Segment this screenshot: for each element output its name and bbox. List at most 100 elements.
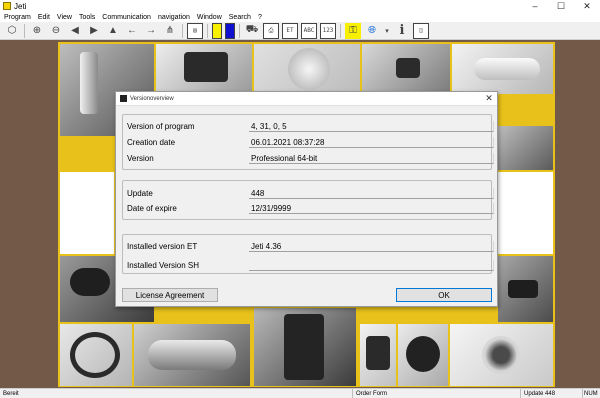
image-tile[interactable]	[362, 44, 450, 94]
close-button[interactable]: ✕	[574, 0, 600, 12]
update-label: Update	[127, 189, 153, 198]
app-logo-icon	[3, 2, 11, 10]
version-overview-dialog: Versionoverview ✕ Version of program 4, …	[115, 91, 498, 307]
image-tile[interactable]	[60, 324, 132, 386]
menu-navigation[interactable]: navigation	[158, 14, 190, 21]
minimize-button[interactable]: –	[522, 0, 548, 12]
et-icon[interactable]: ET	[282, 22, 298, 39]
dialog-app-icon	[120, 95, 127, 102]
menu-search[interactable]: Search	[229, 14, 251, 21]
image-tile[interactable]	[498, 256, 553, 322]
installed-version-sh-label: Installed Version SH	[127, 261, 200, 270]
zoom-in-icon[interactable]: ⊕	[29, 23, 45, 39]
menu-tools[interactable]: Tools	[79, 14, 95, 21]
toolbar-divider	[239, 23, 240, 38]
bulb-holder-image	[70, 268, 110, 296]
control-unit-image	[508, 280, 538, 298]
trim-panel-image	[148, 340, 236, 370]
toolbar-divider	[182, 23, 183, 38]
update-info-group: Update 448 Date of expire 12/31/9999	[122, 180, 494, 220]
version-of-program-label: Version of program	[127, 122, 195, 131]
switch-panel-image	[184, 52, 228, 82]
version-value: Professional 64-bit	[249, 153, 494, 164]
image-tile[interactable]	[398, 324, 448, 386]
maximize-button[interactable]: ☐	[548, 0, 574, 12]
info-icon[interactable]: i	[394, 23, 410, 39]
status-bar: Bereit Order Form Update 448 NUM	[0, 388, 600, 398]
edition-row: Version Professional 64-bit	[127, 153, 494, 164]
menu-bar: Program Edit View Tools Communication na…	[0, 12, 600, 22]
installed-versions-group: Installed version ET Jeti 4.36 Installed…	[122, 234, 494, 274]
menu-window[interactable]: Window	[197, 14, 222, 21]
steering-wheel-image	[70, 332, 120, 378]
spark-plug-image	[80, 52, 98, 114]
yellow-marker-icon[interactable]	[212, 22, 222, 39]
previous-icon[interactable]: ◀	[67, 23, 83, 39]
sensor-image	[396, 58, 420, 78]
installed-version-et-value: Jeti 4.36	[249, 241, 494, 252]
dropdown-icon[interactable]: ▾	[383, 23, 391, 39]
image-tile[interactable]	[254, 44, 360, 94]
key-icon[interactable]: ⚿	[345, 22, 361, 39]
menu-program[interactable]: Program	[4, 14, 31, 21]
toolbar-divider	[340, 23, 341, 38]
number-icon[interactable]: 123	[320, 22, 336, 39]
window-title: Jeti	[14, 1, 27, 11]
image-tile[interactable]	[360, 324, 396, 386]
image-tile[interactable]	[450, 324, 553, 386]
creation-date-value: 06.01.2021 08:37:28	[249, 137, 494, 148]
toolbar-divider	[24, 23, 25, 38]
toolbar: ⬡ ⊕ ⊖ ◀ ▶ ▲ ← → ⋔ ▤ ⛟ ⎙ ET ABC 123 ⚿ 🌐︎ …	[0, 22, 600, 40]
update-row: Update 448	[127, 188, 494, 199]
next-icon[interactable]: ▶	[86, 23, 102, 39]
status-text: Bereit	[3, 391, 19, 397]
abc-icon[interactable]: ABC	[301, 22, 317, 39]
license-agreement-button[interactable]: License Agreement	[122, 288, 218, 302]
installed-et-row: Installed version ET Jeti 4.36	[127, 241, 494, 252]
back-arrow-icon[interactable]: ←	[124, 23, 140, 39]
image-tile[interactable]	[134, 324, 250, 386]
catalog-icon[interactable]: ▤	[187, 22, 203, 39]
menu-help[interactable]: ?	[258, 14, 262, 21]
installed-version-sh-value	[249, 260, 494, 271]
program-info-group: Version of program 4, 31, 0, 5 Creation …	[122, 114, 494, 170]
dialog-title: Versionoverview	[130, 95, 174, 102]
parts-icon[interactable]: ⬡	[4, 23, 20, 39]
update-status: Update 448	[524, 391, 556, 397]
image-tile[interactable]	[254, 308, 356, 386]
date-of-expire-label: Date of expire	[127, 204, 177, 213]
empty-tile	[60, 172, 114, 254]
car-search-icon[interactable]: ⛟	[244, 23, 260, 39]
image-tile[interactable]	[156, 44, 252, 94]
ok-button[interactable]: OK	[396, 288, 492, 302]
forward-arrow-icon[interactable]: →	[143, 23, 159, 39]
date-of-expire-value: 12/31/9999	[249, 203, 494, 214]
toolbar-divider	[207, 23, 208, 38]
order-form-status: Order Form	[356, 391, 388, 397]
zoom-out-icon[interactable]: ⊖	[48, 23, 64, 39]
num-lock-status: NUM	[584, 391, 598, 397]
console-image	[284, 314, 324, 380]
menu-edit[interactable]: Edit	[38, 14, 50, 21]
tree-icon[interactable]: ⋔	[162, 23, 178, 39]
menu-view[interactable]: View	[57, 14, 72, 21]
blue-marker-icon[interactable]	[225, 22, 235, 39]
status-divider	[352, 389, 353, 398]
mesh-cover-image	[406, 336, 440, 372]
window-icon[interactable]: ◫	[413, 22, 429, 39]
version-row: Version of program 4, 31, 0, 5	[127, 121, 494, 132]
camera-lens-image	[482, 336, 520, 374]
creation-date-label: Creation date	[127, 138, 176, 147]
menu-communication[interactable]: Communication	[102, 14, 151, 21]
image-tile[interactable]	[452, 44, 553, 94]
version-of-program-value: 4, 31, 0, 5	[249, 121, 494, 132]
title-bar: Jeti – ☐ ✕	[0, 0, 600, 12]
up-icon[interactable]: ▲	[105, 23, 121, 39]
dialog-close-button[interactable]: ✕	[481, 93, 497, 104]
creation-date-row: Creation date 06.01.2021 08:37:28	[127, 137, 494, 148]
version-label: Version	[127, 154, 154, 163]
print-icon[interactable]: ⎙	[263, 22, 279, 39]
image-tile[interactable]	[498, 126, 553, 170]
globe-icon[interactable]: 🌐︎	[364, 23, 380, 39]
display-image	[366, 336, 390, 370]
